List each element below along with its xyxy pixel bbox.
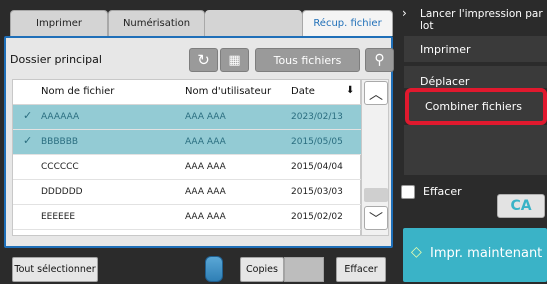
- table-row[interactable]: EEEEEE AAA AAA 2015/02/02: [13, 205, 362, 230]
- table-row[interactable]: ✓ BBBBBB AAA AAA 2015/05/05: [13, 130, 362, 155]
- row-date: 2015/02/02: [291, 212, 343, 222]
- row-user: AAA AAA: [185, 187, 226, 197]
- tab-print[interactable]: Imprimer: [10, 10, 108, 36]
- all-files-button[interactable]: Tous fichiers: [255, 48, 360, 72]
- ca-button[interactable]: CA: [497, 194, 545, 218]
- folder-label: Dossier principal: [10, 52, 102, 66]
- column-date[interactable]: Date: [291, 86, 315, 97]
- file-list: Nom de fichier Nom d'utilisateur Date ⬇ …: [12, 79, 362, 236]
- combine-files-menu-item[interactable]: Combiner fichiers: [405, 88, 547, 125]
- print-now-label: Impr. maintenant: [430, 246, 543, 261]
- sort-down-icon[interactable]: ⬇: [346, 85, 354, 96]
- search-icon: ⚲: [374, 52, 385, 68]
- diamond-icon: ◇: [411, 244, 422, 260]
- search-button[interactable]: ⚲: [365, 48, 394, 72]
- clear-checkbox[interactable]: [401, 185, 415, 199]
- chevron-down-icon: ﹀: [369, 212, 383, 228]
- chevron-up-icon: ︿: [369, 87, 383, 103]
- row-date: 2015/03/03: [291, 187, 343, 197]
- scroll-up-button[interactable]: ︿: [364, 81, 388, 105]
- print-menu-item[interactable]: Imprimer: [404, 36, 547, 62]
- refresh-icon: ↻: [197, 51, 210, 69]
- toner-icon: [205, 256, 223, 282]
- row-date: 2023/02/13: [291, 112, 343, 122]
- check-icon: ✓: [23, 134, 33, 147]
- row-user: AAA AAA: [185, 112, 226, 122]
- table-row[interactable]: CCCCCC AAA AAA 2015/04/04: [13, 155, 362, 180]
- row-date: 2015/04/04: [291, 162, 343, 172]
- grid-icon: ▦: [228, 52, 241, 68]
- copies-label: Copies: [240, 257, 284, 282]
- tab-retrieve-file[interactable]: Récup. fichier: [302, 10, 393, 36]
- tab-spacer: [205, 10, 302, 36]
- table-row[interactable]: DDDDDD AAA AAA 2015/03/03: [13, 180, 362, 205]
- check-icon: ✓: [23, 109, 33, 122]
- row-filename: DDDDDD: [41, 187, 83, 197]
- row-filename: CCCCCC: [41, 162, 79, 172]
- arrow-right-icon: ›: [402, 6, 407, 20]
- row-filename: EEEEEE: [41, 212, 76, 222]
- row-user: AAA AAA: [185, 137, 226, 147]
- file-list-header: Nom de fichier Nom d'utilisateur Date ⬇: [13, 80, 362, 105]
- menu-spacer: [404, 125, 547, 175]
- row-date: 2015/05/05: [291, 137, 343, 147]
- table-row[interactable]: ✓ AAAAAA AAA AAA 2023/02/13: [13, 105, 362, 130]
- tab-scan[interactable]: Numérisation: [108, 10, 205, 36]
- batch-print-button[interactable]: Lancer l'impression par lot: [420, 8, 545, 32]
- select-all-button[interactable]: Tout sélectionner: [12, 257, 98, 282]
- row-user: AAA AAA: [185, 212, 226, 222]
- scroll-down-button[interactable]: ﹀: [364, 206, 388, 230]
- copies-field[interactable]: [284, 257, 324, 282]
- column-user[interactable]: Nom d'utilisateur: [185, 86, 271, 97]
- refresh-button[interactable]: ↻: [189, 48, 218, 72]
- row-filename: BBBBBB: [41, 137, 79, 147]
- row-filename: AAAAAA: [41, 112, 80, 122]
- clear-button[interactable]: Effacer: [336, 257, 386, 282]
- scroll-thumb[interactable]: [364, 188, 388, 202]
- row-user: AAA AAA: [185, 162, 226, 172]
- column-filename[interactable]: Nom de fichier: [41, 86, 114, 97]
- clear-checkbox-label: Effacer: [423, 185, 462, 198]
- move-menu-item[interactable]: Déplacer: [404, 66, 547, 88]
- view-toggle-button[interactable]: ▦: [220, 48, 249, 72]
